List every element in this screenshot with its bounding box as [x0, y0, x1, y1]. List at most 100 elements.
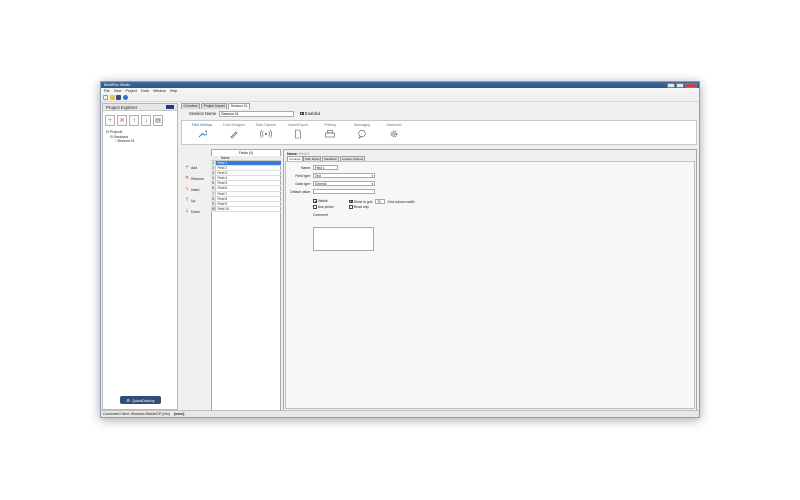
pen-icon — [230, 131, 238, 139]
add-label: Add — [191, 165, 198, 170]
ribbon-form-designer[interactable]: Form Designer — [219, 123, 249, 144]
ribbon: Field Settings Form Designer Data Captur… — [181, 120, 697, 145]
close-button[interactable] — [685, 82, 697, 88]
save-icon[interactable] — [116, 95, 121, 100]
comment-textarea[interactable] — [313, 227, 374, 251]
status-bar: Connected Client: Windows Mobile/CE (Inf… — [101, 410, 699, 417]
up-label: Up — [191, 198, 196, 203]
use-picker-checkbox[interactable] — [313, 205, 317, 209]
enabled-checkbox[interactable] — [300, 111, 304, 116]
maximize-button[interactable] — [676, 82, 684, 88]
window-title: BuildPlus Studio — [104, 83, 131, 87]
insert-field-button[interactable]: ↳ Insert — [184, 184, 209, 195]
ribbon-printing[interactable]: Printing — [315, 123, 345, 144]
name-field[interactable]: Field 1 — [313, 165, 338, 170]
ribbon-messaging[interactable]: Messaging — [347, 123, 377, 144]
menu-help[interactable]: Help — [170, 89, 177, 93]
down-label: Down — [191, 209, 200, 214]
ribbon-data-capture[interactable]: Data Capture — [251, 123, 281, 144]
new-file-icon[interactable] — [103, 95, 108, 100]
menu-file[interactable]: File — [104, 89, 110, 93]
use-picker-label: Use picker — [317, 205, 334, 209]
document-icon — [295, 129, 301, 139]
menu-window[interactable]: Window — [153, 89, 166, 93]
enabled-label: Enabled — [304, 111, 321, 116]
session-name-label: Session Name — [189, 111, 217, 116]
menu-view[interactable]: View — [114, 89, 122, 93]
read-only-label: Read only — [353, 205, 369, 209]
remove-label: Remove — [191, 176, 204, 181]
tab-project-import[interactable]: Project Import — [201, 103, 228, 109]
default-value-label: Default value: — [290, 189, 311, 194]
tab-overview[interactable]: Overview — [181, 103, 201, 109]
fields-title: Fields (0) — [238, 151, 254, 155]
field-actions: + Add ✕ Remove ↳ Insert 🡑 Up 🡓 Down — [184, 162, 209, 217]
wrench-icon — [198, 130, 207, 138]
pin-icon[interactable] — [166, 105, 174, 109]
read-only-checkbox[interactable] — [349, 205, 353, 209]
ribbon-import-export[interactable]: Import/Export — [283, 123, 313, 144]
move-up-icon[interactable]: ↑ — [129, 115, 139, 126]
name-label: Name: — [301, 165, 311, 170]
chat-bubble-icon — [358, 129, 366, 139]
field-detail-panel: Name: Field 1 Controls Max Rows Validati… — [283, 149, 697, 411]
tree-node-session[interactable]: ▫ Session 01 — [106, 139, 174, 144]
comment-label: Comment — [313, 213, 328, 217]
open-folder-icon[interactable] — [109, 95, 115, 100]
add-field-button[interactable]: + Add — [184, 162, 209, 173]
plus-icon: + — [185, 164, 189, 171]
controls-form: Name: Field 1 Field type: Text Data type… — [285, 161, 695, 409]
radio-wave-icon — [260, 129, 272, 139]
menu-project[interactable]: Project — [126, 89, 137, 93]
visible-checkbox[interactable] — [313, 199, 317, 203]
properties-icon[interactable]: ▤ — [153, 115, 163, 126]
move-field-up-button[interactable]: 🡑 Up — [184, 195, 209, 206]
project-explorer-title: Project Explorer — [106, 104, 138, 110]
status-mode: (none) — [174, 412, 185, 416]
show-in-grid-label: Show in grid — [353, 199, 373, 204]
printer-icon — [325, 130, 335, 138]
session-name-input[interactable] — [219, 110, 295, 117]
data-type-label: Data type: — [295, 181, 311, 186]
app-window: BuildPlus Studio File View Project Tools… — [100, 81, 700, 418]
session-bar: Session Name Enabled — [181, 109, 699, 118]
info-icon[interactable] — [122, 95, 128, 100]
tab-session[interactable]: Session 01 — [228, 103, 251, 109]
grid-width-field[interactable]: 70 — [375, 199, 386, 204]
explorer-toolbar: + ✕ ↑ ↓ ▤ — [103, 111, 177, 130]
quickdeploy-label: QuickDeploy — [131, 397, 155, 403]
remove-field-button[interactable]: ✕ Remove — [184, 173, 209, 184]
move-field-down-button[interactable]: 🡓 Down — [184, 206, 209, 217]
table-row[interactable]: 10 Field 10 — [211, 206, 281, 212]
status-text: Connected Client: Windows Mobile/CE (Inf… — [103, 412, 171, 416]
visible-label: Visible — [317, 199, 328, 203]
quickdeploy-button[interactable]: ⚙ QuickDeploy — [120, 396, 161, 404]
insert-arrow-icon: ↳ — [184, 186, 190, 192]
insert-label: Insert — [191, 187, 200, 192]
project-tree: ⊟ Project1 ⊟ Sessions ▫ Session 01 — [103, 130, 177, 144]
ribbon-field-settings[interactable]: Field Settings — [187, 123, 217, 144]
ribbon-advanced[interactable]: Advanced — [379, 123, 409, 144]
x-icon: ✕ — [184, 175, 190, 181]
default-value-field[interactable] — [313, 189, 375, 194]
project-explorer-header: Project Explorer — [103, 104, 177, 111]
show-in-grid-checkbox[interactable] — [349, 199, 353, 204]
field-type-select[interactable]: Text — [313, 173, 375, 178]
main-toolbar — [101, 94, 699, 102]
grid-width-label: Grid column width — [387, 199, 415, 204]
data-type-select[interactable]: General — [313, 181, 375, 186]
field-type-label: Field type: — [295, 173, 311, 178]
arrow-up-icon: 🡑 — [185, 197, 189, 203]
fields-grid: Name 1 Field 1 2 Field 2 3 Field 3 4 Field 4… — [211, 156, 281, 212]
minimize-button[interactable] — [667, 82, 675, 88]
project-explorer-panel: Project Explorer + ✕ ↑ ↓ ▤ ⊟ Project1 ⊟ … — [102, 103, 178, 410]
arrow-down-icon: 🡓 — [185, 208, 189, 214]
deploy-icon: ⚙ — [126, 397, 130, 403]
gear-icon — [390, 130, 398, 138]
delete-item-icon[interactable]: ✕ — [117, 115, 127, 126]
add-item-icon[interactable]: + — [105, 115, 115, 126]
move-down-icon[interactable]: ↓ — [141, 115, 151, 126]
document-area: Overview Project Import Session 01 Sessi… — [181, 103, 699, 411]
ribbon-label: Form Designer — [222, 123, 246, 127]
menu-tools[interactable]: Tools — [141, 89, 149, 93]
